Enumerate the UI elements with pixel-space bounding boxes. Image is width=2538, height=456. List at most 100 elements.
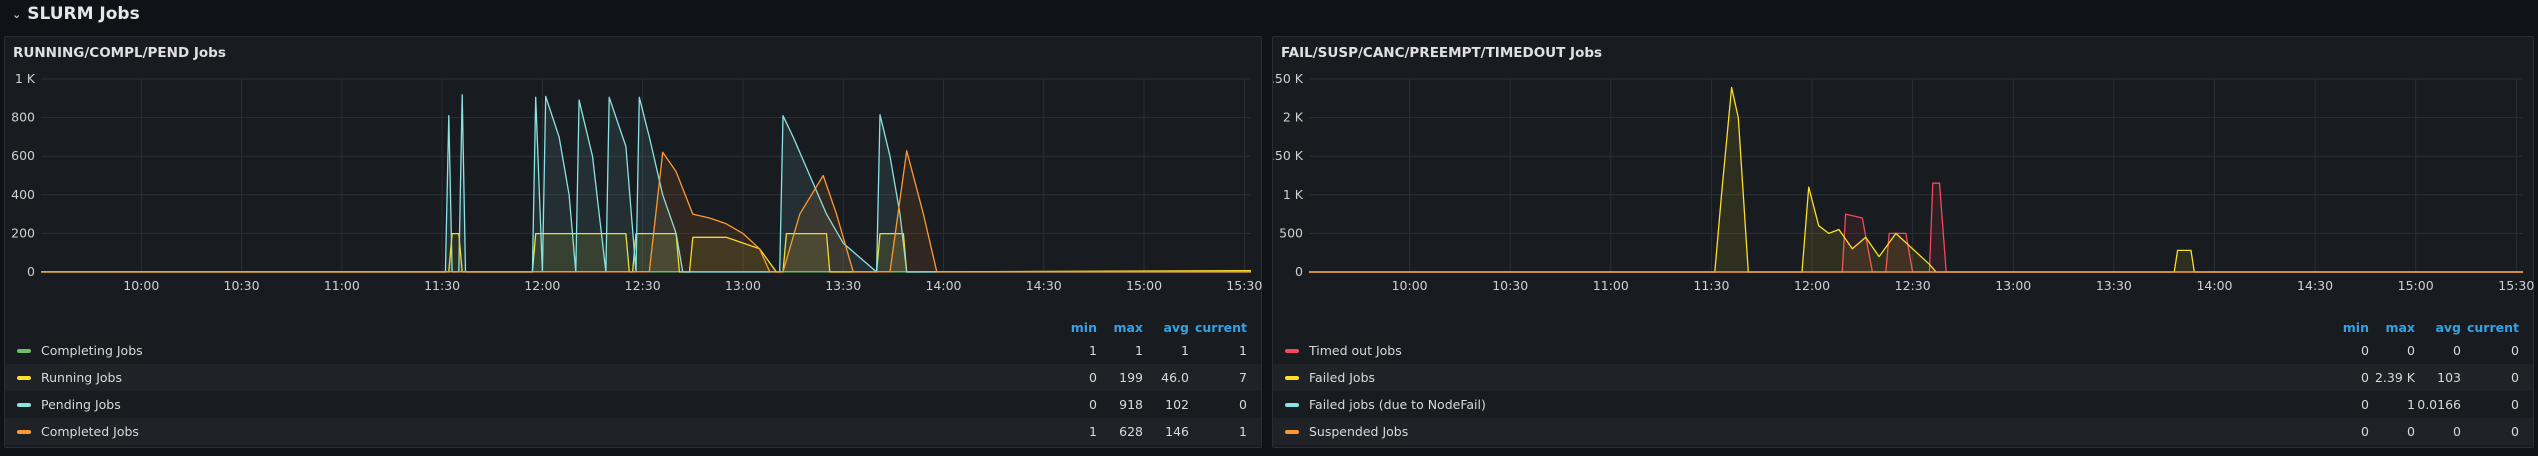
legend-row[interactable]: Suspended Jobs 0 0 0 0 [1273, 418, 2533, 445]
legend-header: min max avg current [1273, 317, 2533, 337]
y-tick-label: 1.50 K [1273, 148, 1304, 163]
y-tick-label: 500 [1279, 225, 1303, 240]
panel-title[interactable]: FAIL/SUSP/CANC/PREEMPT/TIMEDOUT Jobs [1281, 45, 1602, 61]
y-tick-label: 1 K [15, 71, 36, 86]
legend-value-max: 0 [2407, 424, 2415, 439]
legend-header: min max avg current [5, 317, 1261, 337]
legend-row[interactable]: Running Jobs 0 199 46.0 7 [5, 364, 1261, 391]
legend-value-avg: 0.0166 [2417, 397, 2461, 412]
x-tick-label: 11:00 [324, 278, 360, 293]
legend-value-max: 2.39 K [2374, 370, 2415, 385]
legend-swatch [1285, 402, 1299, 407]
row-title: SLURM Jobs [27, 4, 140, 24]
legend-value-current: 0 [2511, 370, 2519, 385]
legend-swatch [17, 375, 31, 380]
x-tick-label: 11:30 [424, 278, 460, 293]
timeseries-chart[interactable]: 0 500 1 K 1.50 K 2 K 2.50 K 10:00 10:30 11:00 11:… [1273, 67, 2535, 317]
y-tick-label: 1 K [1283, 187, 1304, 202]
legend-value-max: 1 [1135, 343, 1143, 358]
legend-swatch [1285, 429, 1299, 434]
legend-swatch [17, 429, 31, 434]
panel-fail-susp-canc: FAIL/SUSP/CANC/PREEMPT/TIMEDOUT Jobs 0 50… [1272, 36, 2534, 448]
legend-value-avg: 146 [1165, 424, 1189, 439]
legend-value-min: 0 [2361, 343, 2369, 358]
legend-swatch [17, 348, 31, 353]
legend-value-max: 199 [1119, 370, 1143, 385]
panel-title[interactable]: RUNNING/COMPL/PEND Jobs [13, 45, 226, 61]
legend-header-avg[interactable]: avg [1143, 320, 1189, 335]
legend-row[interactable]: Pending Jobs 0 918 102 0 [5, 391, 1261, 418]
legend-value-min: 0 [2361, 424, 2369, 439]
x-tick-label: 13:00 [725, 278, 761, 293]
y-tick-label: 600 [11, 148, 35, 163]
x-tick-label: 14:30 [1026, 278, 1062, 293]
x-tick-label: 11:30 [1693, 278, 1729, 293]
legend-series-name: Pending Jobs [41, 397, 121, 412]
x-tick-label: 15:00 [2398, 278, 2434, 293]
legend-value-current: 7 [1239, 370, 1247, 385]
x-tick-label: 10:30 [224, 278, 260, 293]
legend-header-max[interactable]: max [2369, 320, 2415, 335]
x-tick-label: 11:00 [1593, 278, 1629, 293]
legend-value-min: 0 [1089, 397, 1097, 412]
y-tick-label: 0 [1295, 264, 1303, 279]
legend-series-name: Completed Jobs [41, 424, 139, 439]
legend-row[interactable]: Failed Jobs 0 2.39 K 103 0 [1273, 364, 2533, 391]
x-tick-label: 13:30 [2096, 278, 2132, 293]
legend-value-max: 0 [2407, 343, 2415, 358]
legend-series-name: Completing Jobs [41, 343, 143, 358]
legend-value-avg: 103 [2437, 370, 2461, 385]
x-tick-label: 15:30 [1226, 278, 1262, 293]
x-tick-label: 13:30 [825, 278, 861, 293]
panel-running-compl-pend: RUNNING/COMPL/PEND Jobs 0 200 400 600 800 1 K… [4, 36, 1262, 448]
x-tick-label: 12:00 [524, 278, 560, 293]
legend-series-name: Failed jobs (due to NodeFail) [1309, 397, 1486, 412]
x-tick-label: 15:30 [2498, 278, 2534, 293]
legend-swatch [17, 402, 31, 407]
legend-value-avg: 0 [2453, 343, 2461, 358]
series-line-1 [1309, 86, 2523, 273]
legend-header-max[interactable]: max [1097, 320, 1143, 335]
legend-value-min: 0 [2361, 397, 2369, 412]
row-header-slurm-jobs[interactable]: ⌄ SLURM Jobs [0, 0, 2538, 28]
x-tick-label: 14:30 [2297, 278, 2333, 293]
series-area-1 [1309, 87, 2523, 272]
legend-header-current[interactable]: current [1189, 320, 1261, 335]
legend-value-min: 1 [1089, 343, 1097, 358]
legend-header-min[interactable]: min [1051, 320, 1097, 335]
y-tick-label: 800 [11, 110, 35, 125]
legend-row[interactable]: Completing Jobs 1 1 1 1 [5, 337, 1261, 364]
legend-value-avg: 102 [1165, 397, 1189, 412]
legend-swatch [1285, 348, 1299, 353]
legend-header-avg[interactable]: avg [2415, 320, 2461, 335]
x-tick-label: 15:00 [1126, 278, 1162, 293]
legend-value-avg: 1 [1181, 343, 1189, 358]
x-tick-label: 14:00 [2196, 278, 2232, 293]
legend-value-max: 628 [1119, 424, 1143, 439]
timeseries-chart[interactable]: 0 200 400 600 800 1 K 10:00 10:30 11:00 11:30 12:0… [5, 67, 1263, 317]
legend-value-min: 1 [1089, 424, 1097, 439]
legend-table: min max avg current Timed out Jobs 0 0 0 0 Failed… [1273, 317, 2533, 445]
legend-value-current: 1 [1239, 343, 1247, 358]
legend-series-name: Running Jobs [41, 370, 122, 385]
legend-value-avg: 0 [2453, 424, 2461, 439]
legend-row[interactable]: Timed out Jobs 0 0 0 0 [1273, 337, 2533, 364]
chevron-down-icon[interactable]: ⌄ [12, 8, 21, 21]
y-tick-label: 400 [11, 187, 35, 202]
x-tick-label: 12:30 [1895, 278, 1931, 293]
legend-value-current: 0 [2511, 397, 2519, 412]
x-tick-label: 14:00 [925, 278, 961, 293]
legend-value-current: 1 [1239, 424, 1247, 439]
legend-value-current: 0 [2511, 343, 2519, 358]
y-tick-label: 2 K [1283, 110, 1304, 125]
legend-series-name: Failed Jobs [1309, 370, 1376, 385]
legend-row[interactable]: Completed Jobs 1 628 146 1 [5, 418, 1261, 445]
legend-row[interactable]: Failed jobs (due to NodeFail) 0 1 0.0166 0 [1273, 391, 2533, 418]
legend-table: min max avg current Completing Jobs 1 1 1 1 Runni… [5, 317, 1261, 445]
legend-value-min: 0 [2361, 370, 2369, 385]
x-tick-label: 10:00 [1392, 278, 1428, 293]
legend-value-current: 0 [2511, 424, 2519, 439]
y-tick-label: 2.50 K [1273, 71, 1304, 86]
legend-header-min[interactable]: min [2323, 320, 2369, 335]
legend-header-current[interactable]: current [2461, 320, 2533, 335]
